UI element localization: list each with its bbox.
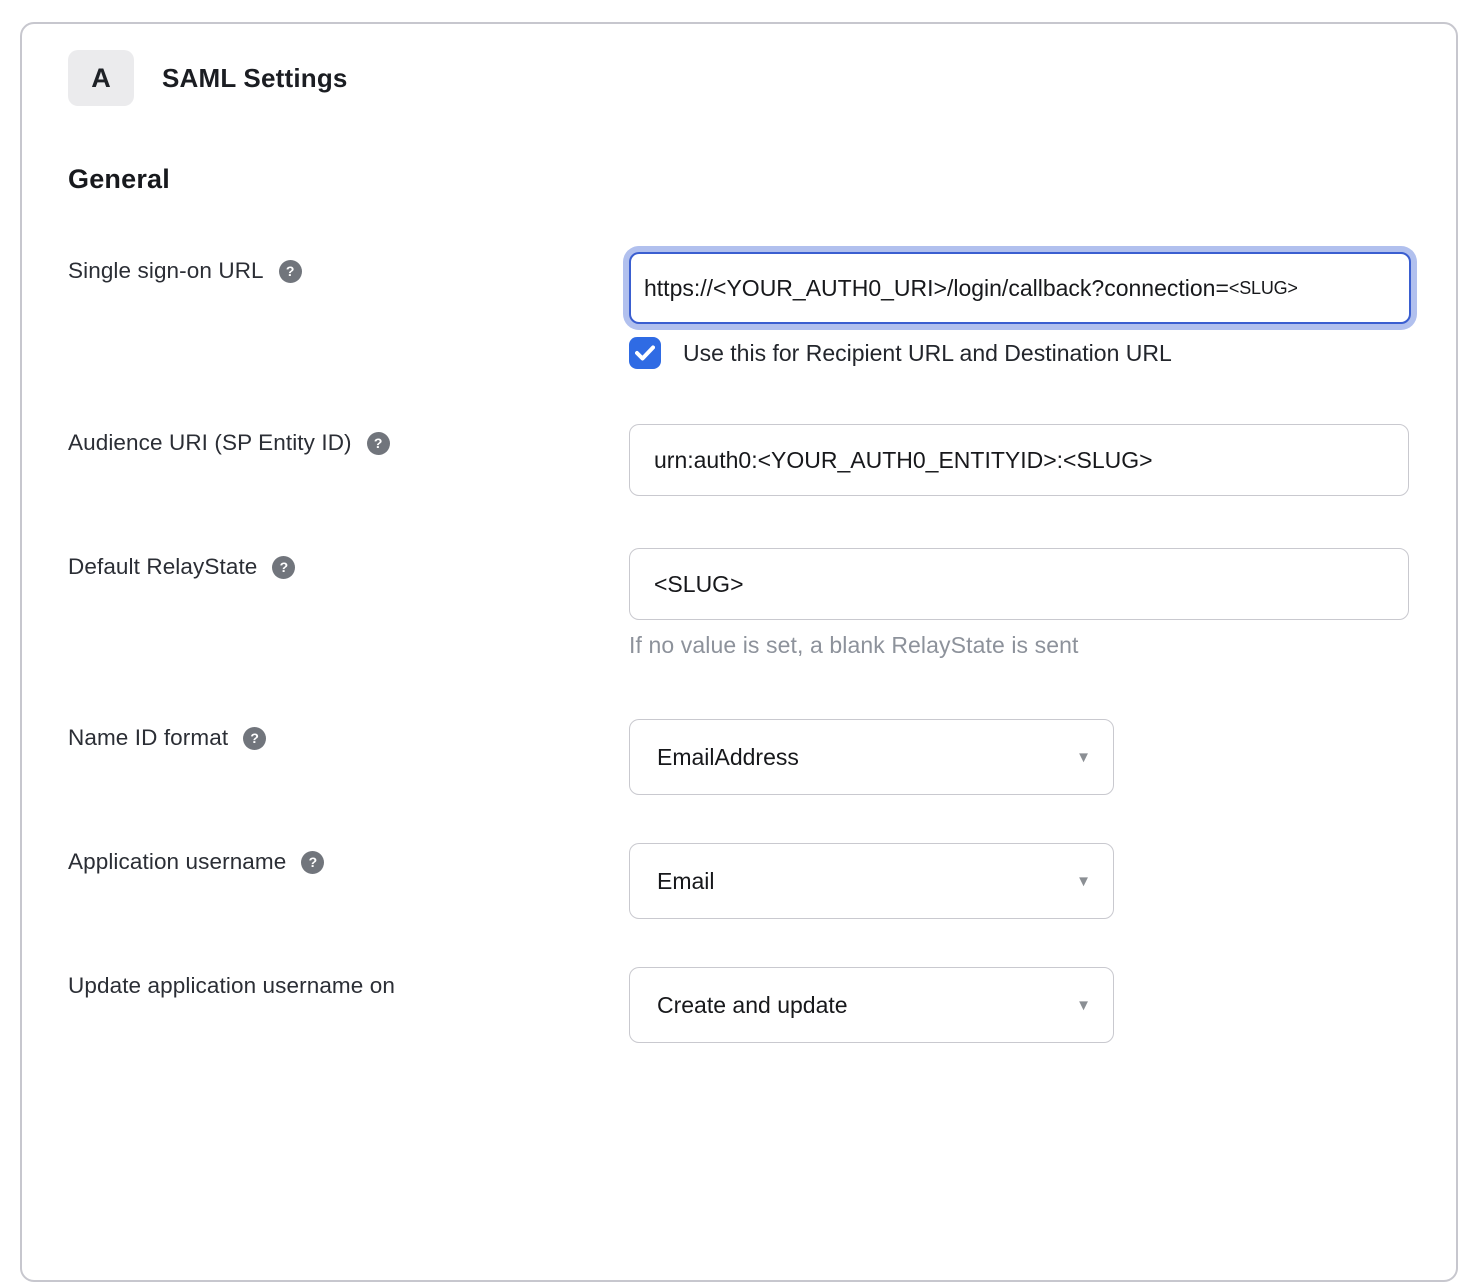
help-icon[interactable]: ? bbox=[243, 727, 266, 750]
name-id-format-select[interactable]: EmailAddress ▼ bbox=[629, 719, 1114, 795]
audience-uri-value: urn:auth0:<YOUR_AUTH0_ENTITYID>:<SLUG> bbox=[654, 447, 1153, 474]
default-relaystate-row: Default RelayState ? <SLUG> If no value … bbox=[68, 548, 1456, 659]
sso-url-label-wrap: Single sign-on URL ? bbox=[68, 252, 629, 284]
page-title: SAML Settings bbox=[162, 63, 348, 94]
update-app-username-label-wrap: Update application username on bbox=[68, 967, 629, 999]
chevron-down-icon: ▼ bbox=[1076, 873, 1091, 890]
application-username-select[interactable]: Email ▼ bbox=[629, 843, 1114, 919]
help-icon[interactable]: ? bbox=[279, 260, 302, 283]
audience-uri-input[interactable]: urn:auth0:<YOUR_AUTH0_ENTITYID>:<SLUG> bbox=[629, 424, 1409, 496]
sso-url-slug: <SLUG> bbox=[1229, 278, 1298, 299]
checkmark-icon bbox=[635, 345, 655, 361]
help-icon[interactable]: ? bbox=[301, 851, 324, 874]
chevron-down-icon: ▼ bbox=[1076, 997, 1091, 1014]
default-relaystate-value: <SLUG> bbox=[654, 571, 744, 598]
panel-header: A SAML Settings bbox=[68, 50, 1456, 106]
audience-uri-label: Audience URI (SP Entity ID) bbox=[68, 430, 352, 456]
update-app-username-value: Create and update bbox=[657, 992, 848, 1019]
application-username-value: Email bbox=[657, 868, 715, 895]
sso-url-label: Single sign-on URL bbox=[68, 258, 264, 284]
audience-uri-row: Audience URI (SP Entity ID) ? urn:auth0:… bbox=[68, 424, 1456, 496]
sso-url-input[interactable]: https://<YOUR_AUTH0_URI>/login/callback?… bbox=[629, 252, 1411, 324]
general-heading: General bbox=[68, 164, 1456, 195]
update-app-username-row: Update application username on Create an… bbox=[68, 967, 1456, 1043]
application-username-label-wrap: Application username ? bbox=[68, 843, 629, 875]
audience-uri-label-wrap: Audience URI (SP Entity ID) ? bbox=[68, 424, 629, 456]
recipient-url-checkbox[interactable] bbox=[629, 337, 661, 369]
application-username-row: Application username ? Email ▼ bbox=[68, 843, 1456, 919]
default-relaystate-input[interactable]: <SLUG> bbox=[629, 548, 1409, 620]
saml-settings-panel: A SAML Settings General Single sign-on U… bbox=[20, 22, 1458, 1282]
update-app-username-select[interactable]: Create and update ▼ bbox=[629, 967, 1114, 1043]
default-relaystate-label-wrap: Default RelayState ? bbox=[68, 548, 629, 580]
default-relaystate-label: Default RelayState bbox=[68, 554, 257, 580]
sso-url-value: https://<YOUR_AUTH0_URI>/login/callback?… bbox=[644, 275, 1229, 302]
help-icon[interactable]: ? bbox=[367, 432, 390, 455]
name-id-format-label: Name ID format bbox=[68, 725, 228, 751]
default-relaystate-helper: If no value is set, a blank RelayState i… bbox=[629, 632, 1456, 659]
application-username-label: Application username bbox=[68, 849, 286, 875]
recipient-url-checkbox-row: Use this for Recipient URL and Destinati… bbox=[629, 337, 1456, 369]
name-id-format-row: Name ID format ? EmailAddress ▼ bbox=[68, 719, 1456, 795]
recipient-url-checkbox-label: Use this for Recipient URL and Destinati… bbox=[683, 340, 1172, 367]
sso-url-row: Single sign-on URL ? https://<YOUR_AUTH0… bbox=[68, 252, 1456, 369]
name-id-format-label-wrap: Name ID format ? bbox=[68, 719, 629, 751]
update-app-username-label: Update application username on bbox=[68, 973, 395, 999]
help-icon[interactable]: ? bbox=[272, 556, 295, 579]
name-id-format-value: EmailAddress bbox=[657, 744, 799, 771]
section-badge: A bbox=[68, 50, 134, 106]
chevron-down-icon: ▼ bbox=[1076, 749, 1091, 766]
